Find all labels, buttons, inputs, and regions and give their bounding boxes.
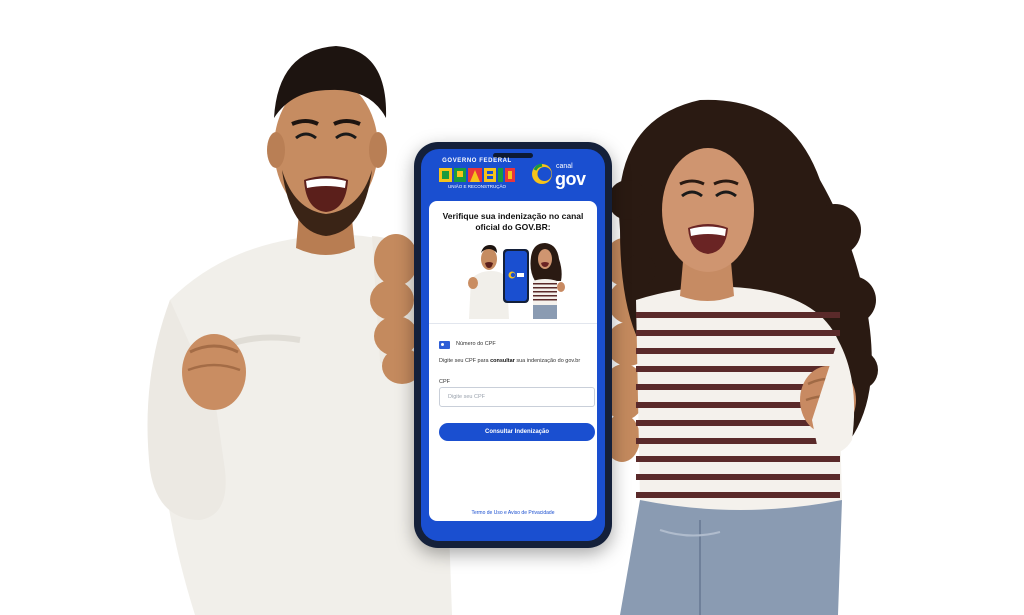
card-divider [429,323,597,324]
screen-bottom-bar [421,521,605,541]
brasil-wordmark-icon [439,168,515,182]
terms-link[interactable]: Termo de Uso e Aviso de Privacidade [429,510,597,516]
canal-gov-c-icon [532,163,552,184]
instruction-pre: Digite seu CPF para [439,358,491,364]
mini-photo [468,243,565,319]
card-title: Verifique sua indenização no canal ofici… [442,211,584,232]
gov-federal-label: GOVERNO FEDERAL [442,158,512,164]
instruction-bold: consultar [490,358,515,364]
cpf-section-label: Número do CPF [456,341,496,347]
gov-label: gov [555,169,586,189]
cpf-instruction: Digite seu CPF para consultar sua indeni… [439,358,591,364]
consult-card: Verifique sua indenização no canal ofici… [429,201,597,521]
consult-button[interactable]: Consultar Indenização [439,423,595,441]
cpf-section-header: Número do CPF [439,341,589,351]
cpf-label: CPF [439,379,450,385]
woman-figure [608,99,878,615]
cpf-input[interactable] [439,387,595,407]
phone-screen: GOVERNO FEDERAL UNIÃO E RECONSTRUÇÃO can… [421,149,605,541]
canal-gov-logo: canal gov [531,161,597,191]
phone-device: GOVERNO FEDERAL UNIÃO E RECONSTRUÇÃO can… [414,142,612,548]
instruction-post: sua indenização do gov.br [514,358,581,364]
id-card-icon [439,341,450,349]
brasil-tagline: UNIÃO E RECONSTRUÇÃO [447,184,506,189]
brasil-logo: GOVERNO FEDERAL UNIÃO E RECONSTRUÇÃO [431,158,523,196]
app-header: GOVERNO FEDERAL UNIÃO E RECONSTRUÇÃO can… [421,149,605,201]
